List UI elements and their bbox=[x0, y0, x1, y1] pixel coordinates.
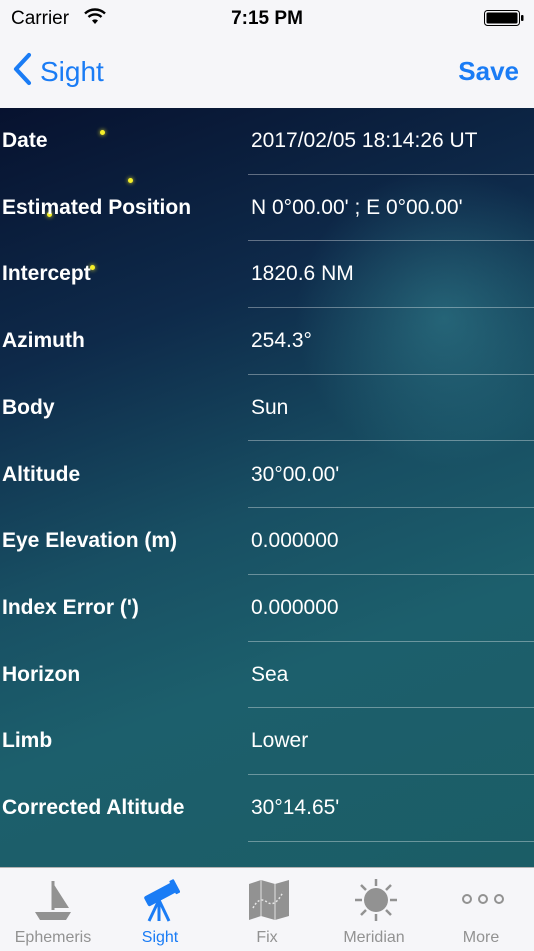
row-date[interactable]: Date 2017/02/05 18:14:26 UT bbox=[0, 108, 534, 175]
row-value: 0.000000 bbox=[251, 595, 339, 619]
row-label: Azimuth bbox=[2, 329, 85, 353]
row-label: Limb bbox=[2, 729, 53, 753]
row-value: 254.3° bbox=[251, 329, 312, 353]
chevron-left-icon bbox=[12, 52, 40, 93]
save-button[interactable]: Save bbox=[458, 56, 519, 87]
row-label: Intercept bbox=[2, 262, 91, 286]
status-time: 7:15 PM bbox=[231, 8, 303, 29]
row-label: Index Error (') bbox=[2, 595, 139, 619]
row-value: 30°14.65' bbox=[251, 796, 340, 819]
tab-label: Meridian bbox=[343, 929, 405, 946]
tab-label: More bbox=[462, 929, 500, 946]
row-label: Eye Elevation (m) bbox=[2, 529, 178, 553]
back-button[interactable]: Sight bbox=[12, 52, 104, 92]
row-label: Date bbox=[2, 129, 48, 152]
row-value: Sea bbox=[251, 662, 289, 686]
row-index-error[interactable]: Index Error (') 0.000000 bbox=[0, 575, 534, 642]
tab-label: Ephemeris bbox=[14, 929, 92, 946]
tab-bar: Ephemeris Sight Fix Meridian More bbox=[0, 867, 534, 951]
row-label: Body bbox=[2, 395, 55, 419]
tab-fix[interactable]: Fix bbox=[214, 868, 320, 951]
row-body[interactable]: Body Sun bbox=[0, 375, 534, 442]
row-intercept[interactable]: Intercept 1820.6 NM bbox=[0, 241, 534, 308]
row-value: 1820.6 NM bbox=[251, 262, 354, 286]
navigation-bar: Sight Save bbox=[0, 36, 534, 109]
row-value: 30°00.00' bbox=[251, 462, 340, 486]
back-button-label: Sight bbox=[40, 56, 104, 87]
tab-meridian[interactable]: Meridian bbox=[321, 868, 427, 951]
row-eye-elevation[interactable]: Eye Elevation (m) 0.000000 bbox=[0, 508, 534, 575]
row-corrected-altitude[interactable]: Corrected Altitude 30°14.65' bbox=[0, 775, 534, 842]
tab-ephemeris[interactable]: Ephemeris bbox=[0, 868, 106, 951]
row-limb[interactable]: Limb Lower bbox=[0, 708, 534, 775]
row-value: N 0°00.00' ; E 0°00.00' bbox=[251, 195, 463, 219]
status-bar: Carrier 7:15 PM bbox=[0, 0, 534, 36]
battery-icon bbox=[484, 10, 524, 32]
row-estimated-position[interactable]: Estimated Position N 0°00.00' ; E 0°00.0… bbox=[0, 175, 534, 242]
row-value: Sun bbox=[251, 395, 289, 419]
row-label: Corrected Altitude bbox=[2, 796, 185, 819]
tab-sight[interactable]: Sight bbox=[107, 868, 213, 951]
tab-more[interactable]: More bbox=[428, 868, 534, 951]
row-value: 0.000000 bbox=[251, 529, 339, 553]
sight-details-list: Date 2017/02/05 18:14:26 UT Estimated Po… bbox=[0, 108, 534, 867]
row-azimuth[interactable]: Azimuth 254.3° bbox=[0, 308, 534, 375]
tab-label: Sight bbox=[141, 929, 179, 946]
row-value: Lower bbox=[251, 729, 309, 753]
row-label: Horizon bbox=[2, 662, 81, 686]
row-label: Altitude bbox=[2, 462, 81, 486]
row-altitude[interactable]: Altitude 30°00.00' bbox=[0, 442, 534, 509]
tab-label: Fix bbox=[256, 929, 278, 946]
row-value: 2017/02/05 18:14:26 UT bbox=[251, 129, 478, 152]
row-horizon[interactable]: Horizon Sea bbox=[0, 642, 534, 709]
row-label: Estimated Position bbox=[2, 195, 192, 219]
